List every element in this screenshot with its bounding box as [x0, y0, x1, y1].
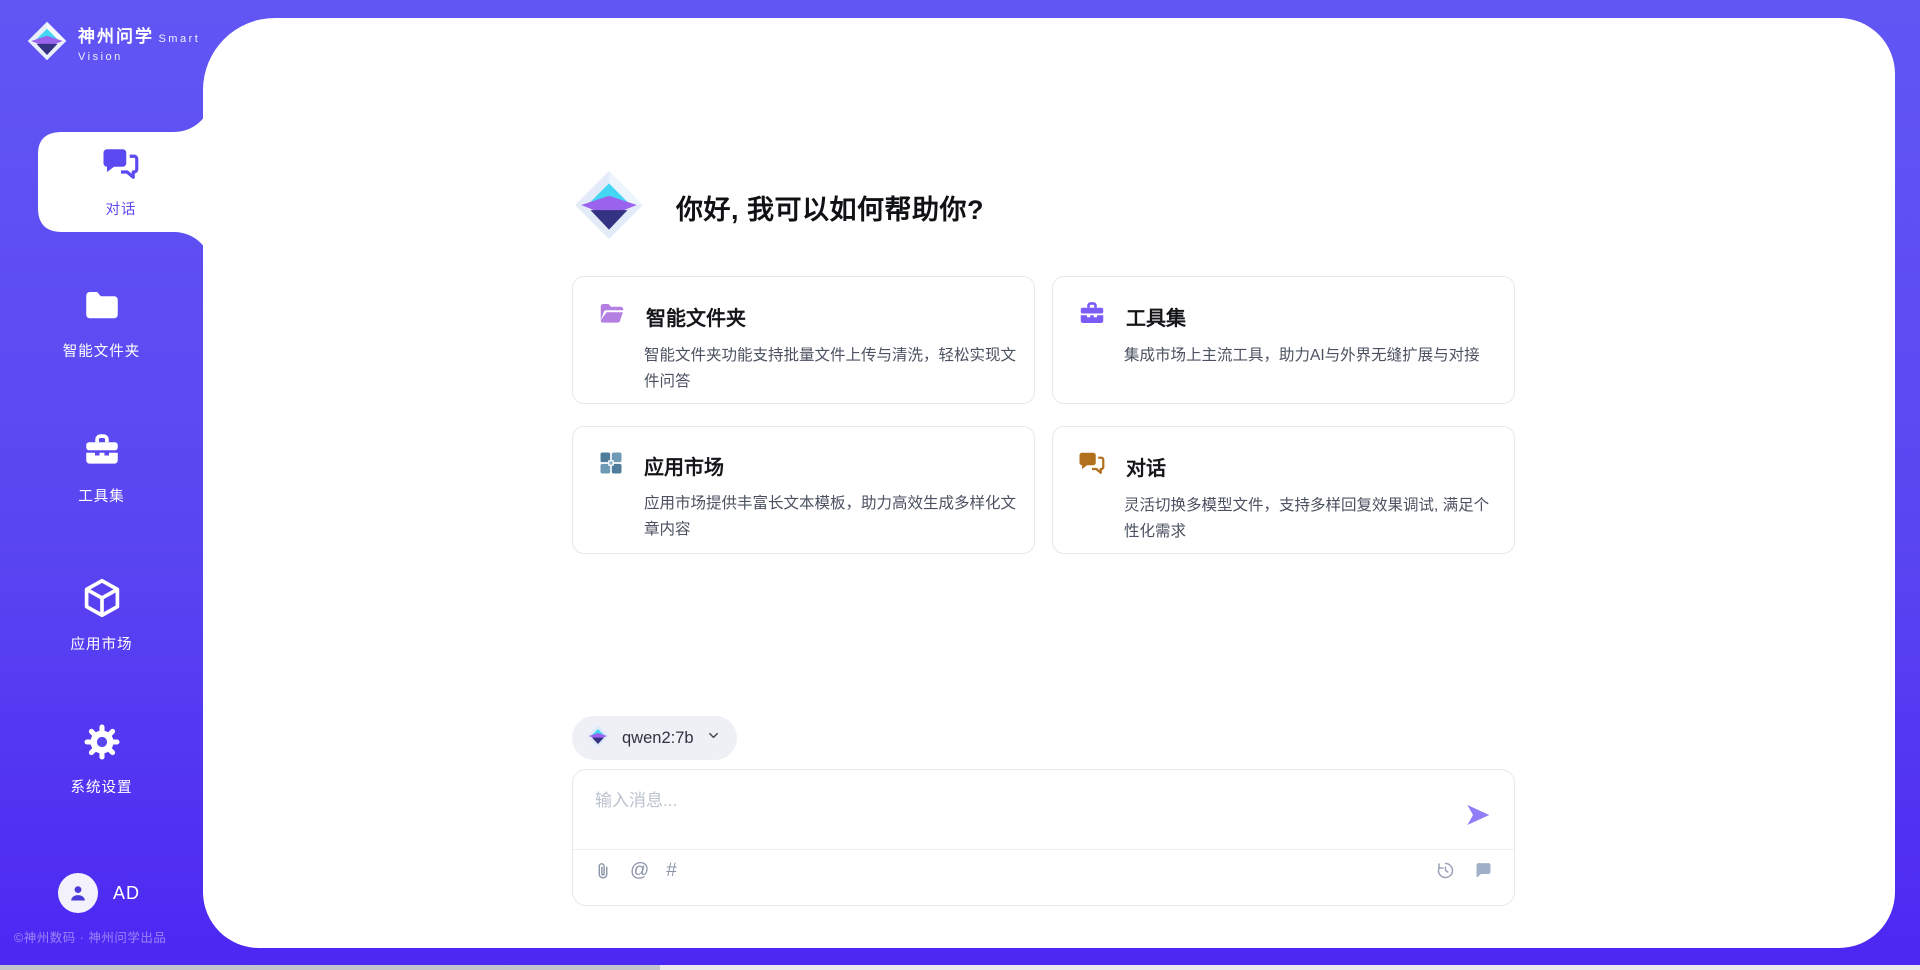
- message-composer: @ #: [572, 769, 1515, 906]
- hashtag-icon[interactable]: #: [666, 861, 677, 880]
- sidebar-item-label: 应用市场: [0, 633, 203, 654]
- scrollbar-thumb[interactable]: [0, 965, 660, 970]
- chat-icon: [100, 144, 142, 191]
- greeting-block: 你好, 我可以如何帮助你?: [572, 168, 984, 247]
- horizontal-scrollbar[interactable]: [0, 965, 1920, 970]
- model-selector[interactable]: qwen2:7b: [572, 716, 737, 760]
- avatar: [58, 873, 98, 913]
- card-smart-folder[interactable]: 智能文件夹 智能文件夹功能支持批量文件上传与清洗，轻松实现文件问答: [572, 276, 1035, 404]
- sidebar-item-chat[interactable]: 对话: [38, 130, 204, 232]
- sidebar-item-smart-folder[interactable]: 智能文件夹: [0, 285, 203, 361]
- chat-icon: [1077, 449, 1107, 484]
- cube-icon: [80, 576, 124, 625]
- toolbox-icon: [81, 430, 123, 477]
- message-input[interactable]: [595, 786, 1455, 842]
- card-description: 智能文件夹功能支持批量文件上传与清洗，轻松实现文件问答: [644, 343, 1022, 395]
- sidebar: 神州问学 Smart Vision 对话 智能文件夹: [0, 0, 203, 970]
- comment-icon[interactable]: [1473, 860, 1494, 881]
- toolbox-icon: [1077, 299, 1107, 334]
- sidebar-item-label: 对话: [106, 198, 137, 219]
- main-panel: 你好, 我可以如何帮助你? 智能文件夹 智能文件夹功能支持批量文件上传与清洗，轻…: [203, 18, 1895, 948]
- user-profile[interactable]: AD: [58, 873, 140, 913]
- card-title: 工具集: [1126, 302, 1186, 331]
- greeting-title: 你好, 我可以如何帮助你?: [676, 188, 984, 227]
- brand-name: 神州问学: [78, 27, 154, 46]
- sidebar-item-label: 工具集: [0, 485, 203, 506]
- sidebar-item-toolset[interactable]: 工具集: [0, 430, 203, 506]
- history-icon[interactable]: [1435, 860, 1456, 881]
- feature-cards: 智能文件夹 智能文件夹功能支持批量文件上传与清洗，轻松实现文件问答 工具集 集: [572, 276, 1515, 554]
- greeting-logo-icon: [572, 168, 646, 247]
- sidebar-item-label: 系统设置: [0, 776, 203, 797]
- sidebar-item-settings[interactable]: 系统设置: [0, 721, 203, 797]
- card-chat[interactable]: 对话 灵活切换多模型文件，支持多样回复效果调试, 满足个性化需求: [1052, 426, 1515, 554]
- brand-diamond-icon: [26, 20, 68, 67]
- model-name: qwen2:7b: [622, 729, 694, 748]
- attachment-icon[interactable]: [593, 861, 613, 881]
- folder-open-icon: [597, 299, 627, 334]
- sidebar-item-label: 智能文件夹: [0, 340, 203, 361]
- card-title: 应用市场: [644, 451, 724, 480]
- model-logo-icon: [586, 724, 610, 753]
- card-app-market[interactable]: 应用市场 应用市场提供丰富长文本模板，助力高效生成多样化文章内容: [572, 426, 1035, 554]
- send-button[interactable]: [1462, 800, 1494, 832]
- user-name: AD: [113, 883, 140, 904]
- card-toolset[interactable]: 工具集 集成市场上主流工具，助力AI与外界无缝扩展与对接: [1052, 276, 1515, 404]
- folder-icon: [81, 285, 123, 332]
- grid-icon: [597, 449, 625, 482]
- card-description: 灵活切换多模型文件，支持多样回复效果调试, 满足个性化需求: [1124, 493, 1502, 545]
- sidebar-footer: ©神州数码 · 神州问学出品: [14, 927, 166, 946]
- gear-icon: [81, 721, 123, 768]
- mention-icon[interactable]: @: [630, 861, 649, 880]
- card-title: 智能文件夹: [646, 302, 746, 331]
- brand-logo: 神州问学 Smart Vision: [26, 20, 203, 67]
- card-title: 对话: [1126, 452, 1166, 481]
- card-description: 应用市场提供丰富长文本模板，助力高效生成多样化文章内容: [644, 491, 1022, 543]
- chevron-down-icon: [706, 728, 721, 748]
- sidebar-item-app-market[interactable]: 应用市场: [0, 576, 203, 654]
- composer-divider: [573, 849, 1514, 850]
- card-description: 集成市场上主流工具，助力AI与外界无缝扩展与对接: [1124, 343, 1502, 369]
